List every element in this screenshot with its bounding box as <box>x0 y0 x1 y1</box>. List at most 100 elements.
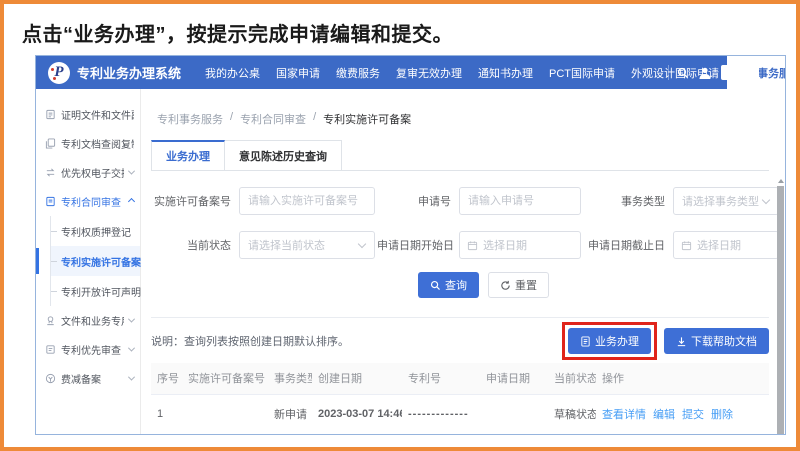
sidebar-subitem-label: 专利权质押登记 <box>61 224 131 239</box>
search-icon[interactable] <box>677 67 689 79</box>
records-table: 序号 实施许可备案号 事务类型 创建日期 专利号 申请日期 当前状态 操作 1 <box>151 363 769 434</box>
filter-label-application-no: 申请号 <box>377 193 451 209</box>
calendar-icon <box>467 240 478 251</box>
username-redacted <box>721 65 759 80</box>
col-apply-date: 申请日期 <box>480 363 548 394</box>
priority-icon <box>45 344 56 355</box>
download-help-button[interactable]: 下载帮助文档 <box>664 328 769 354</box>
scroll-up-arrow-icon[interactable] <box>778 176 784 183</box>
nav-item-pct-international[interactable]: PCT国际申请 <box>541 56 623 89</box>
sidebar-subitem-pledge-registration[interactable]: 专利权质押登记 <box>51 216 140 246</box>
brand-title: 专利业务办理系统 <box>77 63 181 82</box>
sidebar-item-label: 专利文档查阅复制 <box>61 136 134 151</box>
col-patent-no: 专利号 <box>402 363 480 394</box>
action-edit[interactable]: 编辑 <box>653 409 675 421</box>
filter-buttons: 查询 重置 <box>151 272 769 298</box>
sidebar-item-label: 费减备案 <box>61 371 101 386</box>
col-seq: 序号 <box>151 363 182 394</box>
breadcrumb: 专利事务服务 / 专利合同审查 / 专利实施许可备案 <box>151 111 769 127</box>
apply-start-date-picker[interactable]: 选择日期 <box>459 231 581 259</box>
sidebar: 证明文件和文件副本 专利文档查阅复制 优先权电子交换 专利合同审查 专利权质押登… <box>36 89 141 434</box>
document-copy-icon <box>45 138 56 149</box>
nav-item-notification[interactable]: 通知书办理 <box>470 56 541 89</box>
tab-opinion-history[interactable]: 意见陈述历史查询 <box>225 140 342 170</box>
sidebar-subitem-open-license[interactable]: 专利开放许可声明 <box>51 276 140 306</box>
cell-record-no <box>182 394 268 434</box>
license-no-input[interactable] <box>240 188 374 214</box>
application-no-input[interactable] <box>460 188 580 214</box>
search-button[interactable]: 查询 <box>418 272 479 298</box>
chevron-down-icon[interactable] <box>767 70 775 76</box>
sidebar-item-fee-reduction[interactable]: 费减备案 <box>36 364 140 393</box>
table-row: 1 新申请 2023-03-07 14:46:38 ------------- … <box>151 394 769 434</box>
search-filter-form: 实施许可备案号 申请号 事务类型 请选择事务类型 <box>151 187 769 259</box>
date-placeholder: 选择日期 <box>692 237 741 253</box>
sidebar-submenu: 专利权质押登记 专利实施许可备案 专利开放许可声明 <box>50 216 140 306</box>
reset-button-label: 重置 <box>515 277 537 293</box>
sidebar-subitem-license-recordal[interactable]: 专利实施许可备案 <box>51 246 140 276</box>
search-icon <box>430 280 441 291</box>
sidebar-item-priority-exchange[interactable]: 优先权电子交换 <box>36 158 140 187</box>
nav-item-my-desk[interactable]: 我的办公桌 <box>197 56 268 89</box>
select-placeholder: 请选择当前状态 <box>240 237 325 253</box>
filter-label-current-status: 当前状态 <box>151 237 231 253</box>
breadcrumb-item[interactable]: 专利合同审查 <box>240 111 306 127</box>
action-view-details[interactable]: 查看详情 <box>602 409 646 421</box>
tab-business-handling[interactable]: 业务办理 <box>151 140 225 170</box>
sidebar-item-document-copy[interactable]: 专利文档查阅复制 <box>36 129 140 158</box>
business-handling-button[interactable]: 业务办理 <box>568 328 651 354</box>
sidebar-item-priority-examination[interactable]: 专利优先审查 <box>36 335 140 364</box>
chevron-down-icon <box>128 345 135 352</box>
action-submit[interactable]: 提交 <box>682 409 704 421</box>
tab-bar: 业务办理 意见陈述历史查询 <box>151 140 769 171</box>
filter-label-apply-start-date: 申请日期开始日 <box>377 237 451 253</box>
filter-label-license-no: 实施许可备案号 <box>151 193 231 209</box>
nav-item-reexamination[interactable]: 复审无效办理 <box>388 56 470 89</box>
sidebar-item-label: 证明文件和文件副本 <box>61 107 134 122</box>
filter-label-apply-end-date: 申请日期截止日 <box>583 237 665 253</box>
col-status: 当前状态 <box>548 363 596 394</box>
nav-item-fee-service[interactable]: 缴费服务 <box>328 56 388 89</box>
sidebar-item-contract-review[interactable]: 专利合同审查 <box>36 187 140 216</box>
chevron-up-icon <box>128 198 135 205</box>
seal-icon <box>45 315 56 326</box>
date-placeholder: 选择日期 <box>478 237 527 253</box>
active-indicator-bar <box>36 248 39 274</box>
transaction-type-select[interactable]: 请选择事务类型 <box>673 187 779 215</box>
download-help-label: 下载帮助文档 <box>691 333 757 349</box>
search-button-label: 查询 <box>445 277 467 293</box>
navbar-right <box>668 65 777 81</box>
nav-item-national-application[interactable]: 国家申请 <box>268 56 328 89</box>
sidebar-item-label: 优先权电子交换 <box>61 165 124 180</box>
annotation-highlight-box: 业务办理 <box>562 322 657 360</box>
navbar-divider <box>668 65 669 80</box>
chevron-down-icon <box>128 168 135 175</box>
brand: P 专利业务办理系统 <box>48 62 181 84</box>
cell-transaction-type: 新申请 <box>268 394 312 434</box>
sidebar-item-certified-documents[interactable]: 证明文件和文件副本 <box>36 100 140 129</box>
action-delete[interactable]: 删除 <box>711 409 733 421</box>
vertical-scrollbar[interactable] <box>776 175 785 434</box>
application-no-input-wrap <box>459 187 581 215</box>
sidebar-item-seal-recordal[interactable]: 文件和业务专用章备案 <box>36 306 140 335</box>
cell-seq: 1 <box>151 394 182 434</box>
download-icon <box>676 336 687 347</box>
instruction-title: 点击“业务办理”，按提示完成申请编辑和提交。 <box>22 18 453 47</box>
breadcrumb-current: 专利实施许可备案 <box>323 111 411 127</box>
list-toolbar: 说明：查询列表按照创建日期默认排序。 业务办理 下载帮助文档 <box>151 320 769 362</box>
table-header-row: 序号 实施许可备案号 事务类型 创建日期 专利号 申请日期 当前状态 操作 <box>151 363 769 394</box>
current-status-select[interactable]: 请选择当前状态 <box>239 231 375 259</box>
col-created-date: 创建日期 <box>312 363 402 394</box>
user-avatar-icon[interactable] <box>697 65 713 81</box>
chevron-down-icon <box>128 374 135 381</box>
document-icon <box>580 336 591 347</box>
scrollbar-thumb[interactable] <box>777 186 784 434</box>
reset-button[interactable]: 重置 <box>488 272 549 298</box>
sidebar-item-label: 专利合同审查 <box>61 194 121 209</box>
calendar-icon <box>681 240 692 251</box>
business-handling-label: 业务办理 <box>595 333 639 349</box>
apply-end-date-picker[interactable]: 选择日期 <box>673 231 779 259</box>
section-divider <box>151 317 769 318</box>
cell-status: 草稿状态 <box>548 394 596 434</box>
breadcrumb-item[interactable]: 专利事务服务 <box>157 111 223 127</box>
